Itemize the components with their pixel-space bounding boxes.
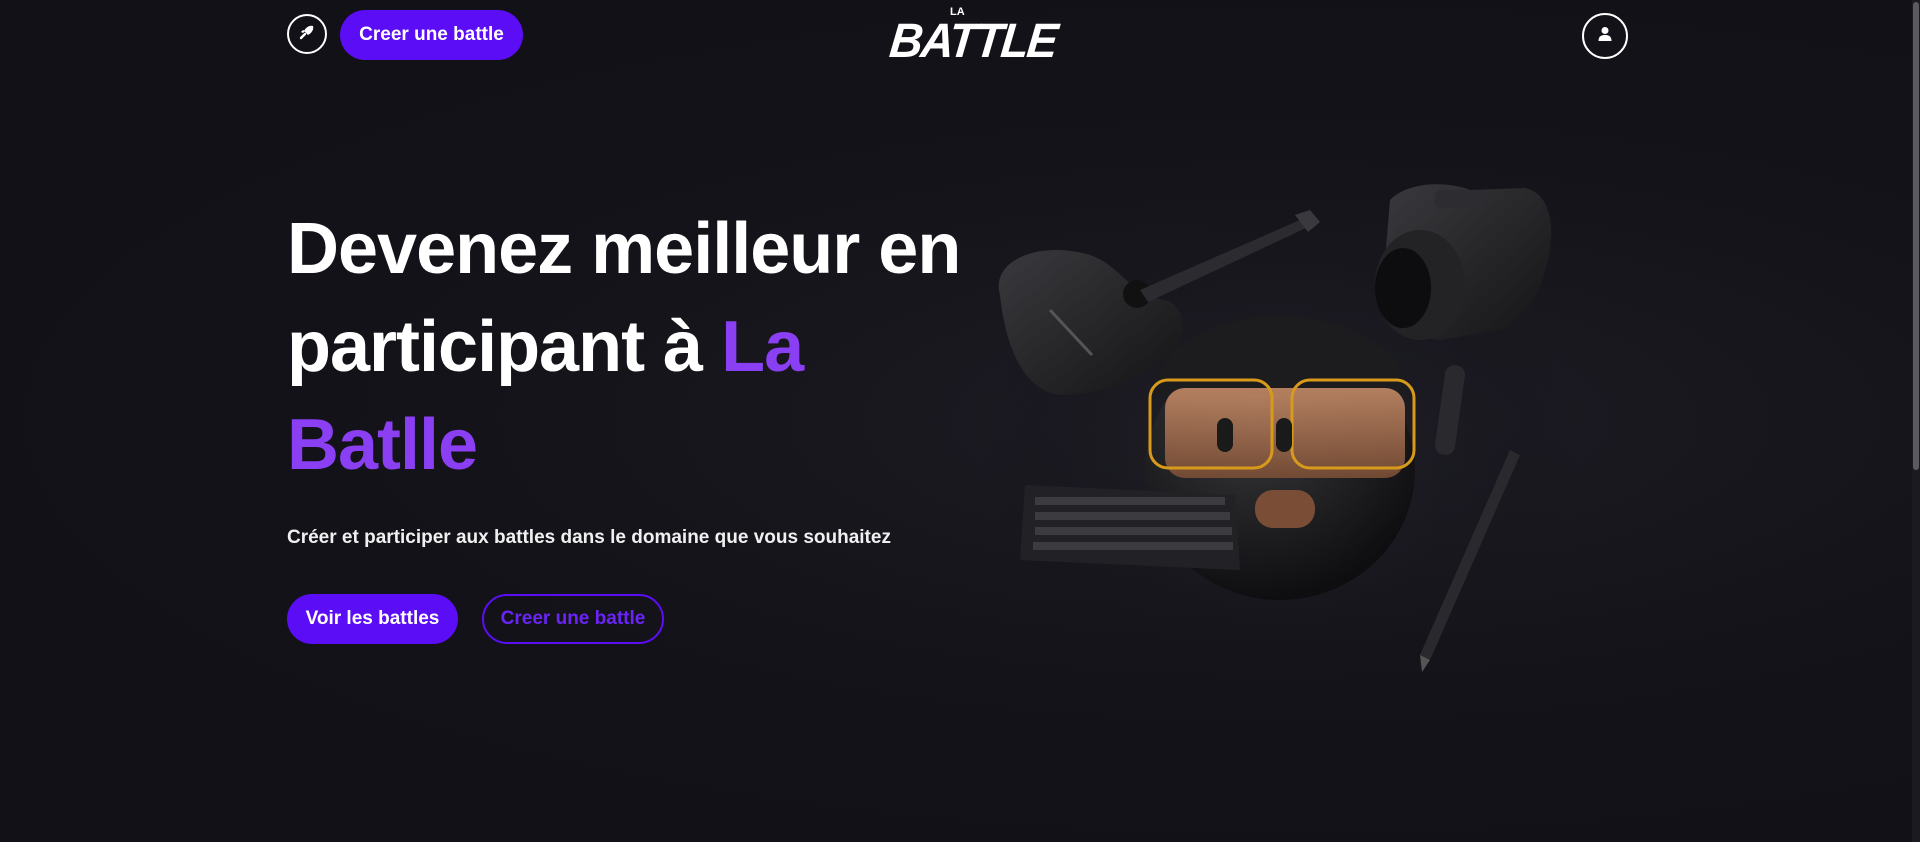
- top-nav: Creer une battle LA BATTLE: [0, 0, 1920, 70]
- hero-title: Devenez meilleur en participant à La Bat…: [287, 200, 987, 494]
- hero-subtitle: Créer et participer aux battles dans le …: [287, 527, 891, 548]
- view-battles-button[interactable]: Voir les battles: [287, 594, 458, 644]
- create-battle-outline-button[interactable]: Creer une battle: [482, 594, 664, 644]
- rocket-button[interactable]: [287, 14, 327, 54]
- scrollbar-thumb[interactable]: [1913, 2, 1919, 470]
- logo[interactable]: LA BATTLE: [887, 6, 1059, 67]
- user-button[interactable]: [1582, 13, 1628, 59]
- hero-illustration: [980, 170, 1620, 690]
- logo-main-text: BATTLE: [887, 12, 1059, 68]
- page: Creer une battle LA BATTLE Devenez meill…: [0, 0, 1920, 842]
- scrollbar[interactable]: [1912, 0, 1920, 842]
- keyboard-shape: [1020, 485, 1240, 570]
- hero-title-text: Devenez meilleur en participant à: [287, 209, 961, 387]
- rocket-icon: [298, 23, 316, 46]
- user-icon: [1596, 25, 1614, 48]
- create-battle-button[interactable]: Creer une battle: [340, 10, 523, 60]
